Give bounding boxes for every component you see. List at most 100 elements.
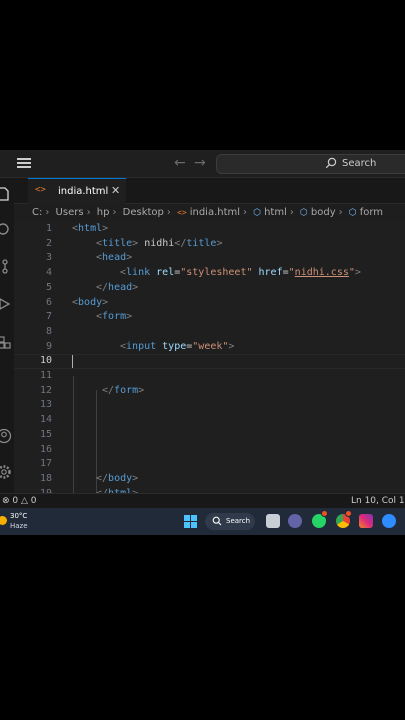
- chevron-right-icon: ›: [45, 207, 50, 218]
- code-line: </body>: [96, 473, 138, 484]
- line-number: 18: [39, 472, 52, 484]
- breadcrumb-file[interactable]: india.html: [190, 207, 240, 218]
- code-token: form: [114, 384, 139, 396]
- code-line: <input type="week">: [120, 341, 234, 352]
- sun-icon: [0, 516, 7, 525]
- problems-indicator[interactable]: ⊗ 0 △ 0: [2, 496, 37, 506]
- code-line: <form>: [96, 311, 132, 322]
- breadcrumb: C: › Users › hp › Desktop › <> india.html › ⬡ h…: [32, 207, 383, 221]
- line-number: 14: [39, 414, 52, 426]
- status-bar: ⊗ 0 △ 0 Ln 10, Col 1: [0, 493, 405, 508]
- taskbar-search-label: Search: [226, 517, 251, 525]
- search-icon: [325, 157, 337, 169]
- code-token: head: [102, 252, 127, 264]
- code-token: </: [96, 281, 109, 293]
- command-center-search[interactable]: Search: [216, 154, 405, 174]
- code-token: form: [102, 311, 127, 323]
- breadcrumb-symbol-body[interactable]: body: [311, 207, 336, 218]
- search-icon[interactable]: [0, 222, 12, 238]
- code-token: >: [132, 472, 139, 484]
- tab-label: india.html: [58, 186, 109, 197]
- line-number: 15: [39, 428, 52, 440]
- weather-condition: Haze: [10, 522, 28, 530]
- breadcrumb-drive[interactable]: C:: [32, 207, 42, 218]
- code-token: </: [96, 472, 109, 484]
- code-token: nidhi.css: [294, 267, 349, 279]
- code-token: title: [102, 237, 133, 249]
- weather-widget[interactable]: 30°C Haze: [0, 511, 40, 533]
- close-tab-icon[interactable]: ✕: [111, 184, 120, 197]
- instagram-icon[interactable]: [359, 514, 373, 528]
- code-line: <head>: [96, 252, 132, 263]
- code-line: <title> nidhi</title>: [96, 238, 222, 249]
- zoom-icon[interactable]: [382, 514, 396, 528]
- line-number: 8: [45, 325, 52, 337]
- line-number: 3: [45, 252, 52, 264]
- back-arrow-icon[interactable]: ←: [174, 155, 186, 171]
- chevron-right-icon: ›: [289, 207, 294, 218]
- code-token: </: [102, 384, 115, 396]
- chevron-right-icon: ›: [112, 207, 117, 218]
- tab-india-html[interactable]: <> india.html ✕: [28, 178, 126, 204]
- line-number: 9: [45, 340, 52, 352]
- code-line: </head>: [96, 282, 138, 293]
- code-token: rel: [156, 267, 175, 279]
- vscode-window: ← → Search <> india.html ✕ C: › Users › …: [0, 150, 405, 535]
- search-icon: [212, 516, 222, 526]
- breadcrumb-symbol-form[interactable]: form: [360, 207, 383, 218]
- code-token: >: [354, 267, 361, 279]
- code-token: link: [126, 267, 157, 279]
- code-token: html: [78, 223, 103, 234]
- breadcrumb-hp[interactable]: hp: [97, 207, 110, 218]
- file-explorer-icon[interactable]: [266, 514, 280, 528]
- code-token: type: [162, 340, 187, 352]
- code-token: body: [108, 472, 133, 484]
- activity-bar: [0, 178, 14, 493]
- breadcrumb-symbol-html[interactable]: html: [264, 207, 287, 218]
- code-token: >: [132, 281, 139, 293]
- explorer-icon[interactable]: [0, 186, 12, 202]
- source-control-icon[interactable]: [0, 258, 12, 274]
- line-number: 7: [45, 311, 52, 323]
- breadcrumb-users[interactable]: Users: [56, 207, 84, 218]
- code-line: </form>: [102, 385, 144, 396]
- code-line: <html>: [72, 223, 108, 234]
- line-number: 17: [39, 458, 52, 470]
- cursor-position[interactable]: Ln 10, Col 1: [351, 496, 405, 506]
- teams-icon[interactable]: [288, 514, 302, 528]
- line-number: 1: [45, 223, 52, 234]
- line-number: 6: [45, 296, 52, 308]
- html-file-icon: <>: [177, 208, 187, 217]
- code-token: >: [126, 252, 133, 264]
- menu-icon[interactable]: [17, 158, 31, 169]
- chevron-right-icon: ›: [243, 207, 248, 218]
- breadcrumb-desktop[interactable]: Desktop: [123, 207, 164, 218]
- settings-gear-icon[interactable]: [0, 464, 12, 480]
- forward-arrow-icon[interactable]: →: [194, 155, 206, 171]
- line-number: 16: [39, 443, 52, 455]
- symbol-icon: ⬡: [300, 207, 308, 218]
- search-label: Search: [342, 158, 377, 169]
- notification-badge: [345, 510, 352, 517]
- title-bar: ← → Search: [0, 150, 405, 178]
- indent-guide: [73, 376, 74, 493]
- code-line: <body>: [72, 297, 108, 308]
- code-line: <link rel="stylesheet" href="nidhi.css">: [120, 267, 361, 278]
- code-token: >: [102, 223, 109, 234]
- line-number: 11: [39, 370, 52, 381]
- code-editor[interactable]: 1 <html> 2 <title> nidhi</title> 3 <head> 4 <li…: [14, 222, 405, 493]
- account-icon[interactable]: [0, 428, 12, 444]
- code-token: </: [174, 237, 187, 249]
- code-token: head: [108, 281, 133, 293]
- windows-start-icon[interactable]: [184, 515, 197, 528]
- taskbar-search[interactable]: Search: [205, 513, 255, 530]
- code-token: >: [102, 296, 109, 308]
- extensions-icon[interactable]: [0, 334, 12, 350]
- line-number: 2: [45, 237, 52, 249]
- code-token: "week": [192, 340, 229, 352]
- line-number: 13: [39, 399, 52, 411]
- run-debug-icon[interactable]: [0, 296, 12, 312]
- code-token: body: [78, 296, 103, 308]
- html-file-icon: <>: [35, 185, 46, 195]
- text-cursor: [72, 355, 73, 369]
